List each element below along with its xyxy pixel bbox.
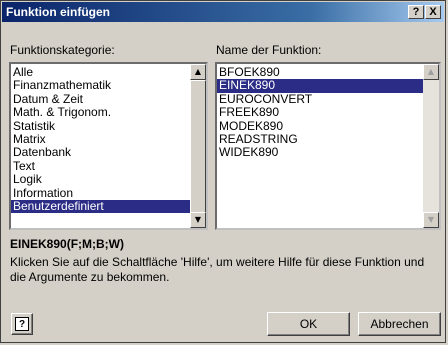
scroll-down-icon[interactable]: ▼ [423,212,439,228]
category-list-item[interactable]: Matrix [11,132,191,146]
help-icon: ? [15,317,29,331]
function-scrollbar[interactable]: ▲ ▼ [423,64,439,228]
function-list-item[interactable]: FREEK890 [217,105,423,119]
category-list-item[interactable]: Alle [11,65,191,79]
category-list-item[interactable]: Logik [11,172,191,186]
function-signature: EINEK890(F;M;B;W) [10,237,124,251]
scroll-up-icon[interactable]: ▲ [190,64,206,80]
category-label: Funktionskategorie: [10,43,115,57]
function-list-item[interactable]: BFOEK890 [217,65,423,79]
title-help-button[interactable]: ? [408,5,424,19]
function-list-item[interactable]: EUROCONVERT [217,92,423,106]
function-list-item[interactable]: EINEK890 [217,79,423,93]
dialog-title: Funktion einfügen [6,5,110,19]
help-button[interactable]: ? [11,313,33,335]
function-name-label: Name der Funktion: [216,43,322,57]
category-list-item[interactable]: Finanzmathematik [11,79,191,92]
scroll-thumb[interactable] [190,80,206,213]
function-list-item[interactable]: WIDEK890 [217,146,423,159]
cancel-button[interactable]: Abbrechen [358,312,441,336]
category-scrollbar[interactable]: ▲ ▼ [190,64,206,228]
close-button[interactable]: X [425,5,441,19]
scroll-up-icon[interactable]: ▲ [423,64,439,80]
category-list-item[interactable]: Datenbank [11,146,191,159]
function-list-item[interactable]: READSTRING [217,132,423,146]
function-list-item[interactable]: MODEK890 [217,119,423,133]
category-list-item[interactable]: Math. & Trigonom. [11,105,191,119]
category-list-item[interactable]: Benutzerdefiniert [11,199,191,214]
ok-button[interactable]: OK [267,312,350,336]
category-list-item[interactable]: Statistik [11,119,191,133]
function-description: Klicken Sie auf die Schaltfläche 'Hilfe'… [10,255,425,284]
category-list-item[interactable]: Datum & Zeit [11,92,191,106]
insert-function-dialog: Funktion einfügen ? X Funktionskategorie… [0,0,446,343]
title-bar[interactable]: Funktion einfügen ? X [2,2,444,22]
category-list-item[interactable]: Information [11,186,191,200]
category-list-item[interactable]: Text [11,159,191,173]
scroll-down-icon[interactable]: ▼ [190,212,206,228]
category-listbox[interactable]: Alle Finanzmathematik Datum & Zeit Math. & … [9,62,208,230]
function-listbox[interactable]: BFOEK890 EINEK890 EUROCONVERT FREEK890 MODEK… [215,62,441,230]
